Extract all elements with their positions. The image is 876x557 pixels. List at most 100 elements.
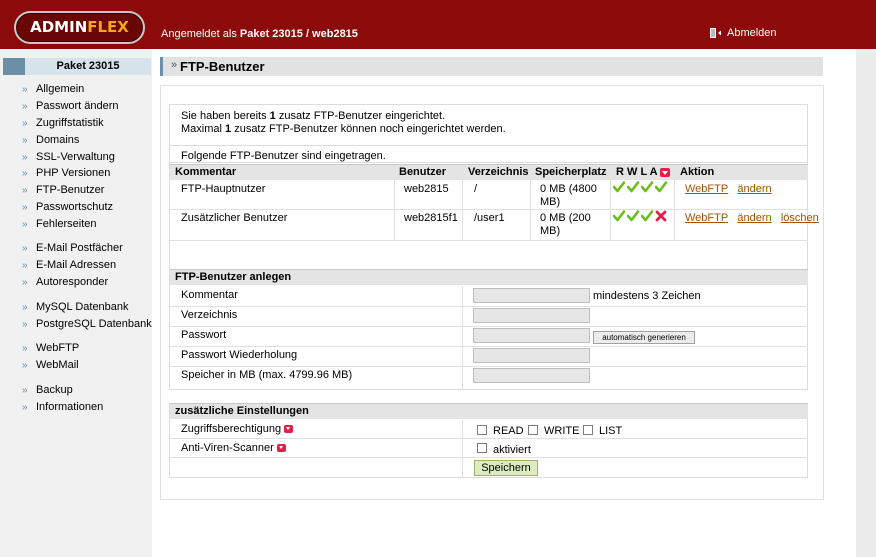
row-permissions [613, 181, 669, 193]
password-repeat-input[interactable] [473, 348, 590, 363]
list-label: LIST [599, 425, 623, 437]
info-text: Sie haben bereits [181, 110, 270, 122]
arrow-icon: » [22, 319, 28, 330]
sidebar-item-webmail[interactable]: » WebMail [22, 359, 79, 372]
sidebar-item-email-adressen[interactable]: » E-Mail Adressen [22, 259, 116, 272]
sidebar-item-php[interactable]: » PHP Versionen [22, 167, 110, 180]
sidebar-item-label: FTP-Benutzer [36, 184, 105, 196]
info-text: Maximal [181, 123, 226, 135]
read-label: READ [493, 425, 524, 437]
info-text: zusatz FTP-Benutzer eingerichtet. [275, 110, 446, 122]
edit-link[interactable]: ändern [737, 183, 771, 195]
ftp-table-header: Kommentar Benutzer Verzeichnis Speicherp… [170, 164, 808, 180]
sidebar-item-label: Domains [36, 134, 80, 146]
password-label: Passwort [181, 329, 227, 341]
arrow-icon: » [22, 260, 28, 271]
sidebar-package-title: Paket 23015 [3, 58, 151, 75]
storage-line: 0 MB (4800 [540, 183, 597, 195]
webftp-link[interactable]: WebFTP [685, 212, 728, 224]
list-checkbox[interactable] [583, 425, 593, 435]
sidebar-item-label: WebFTP [36, 342, 80, 354]
check-icon [613, 181, 625, 193]
form-divider [462, 420, 463, 478]
webftp-link[interactable]: WebFTP [685, 183, 728, 195]
write-checkbox[interactable] [528, 425, 538, 435]
check-icon [641, 181, 653, 193]
col-storage: Speicherplatz [535, 166, 607, 178]
sidebar-item-webftp[interactable]: » WebFTP [22, 342, 79, 355]
col-divider [394, 180, 395, 240]
sidebar-item-postgresql[interactable]: » PostgreSQL Datenbank [22, 318, 152, 331]
sidebar-item-passwort-aendern[interactable]: » Passwort ändern [22, 100, 119, 113]
adminflex-logo[interactable]: ADMINFLEX [14, 11, 145, 44]
col-action: Aktion [680, 166, 715, 178]
sidebar-item-informationen[interactable]: » Informationen [22, 401, 103, 414]
arrow-icon: » [22, 202, 28, 213]
list-intro: Folgende FTP-Benutzer sind eingetragen. [181, 150, 386, 162]
arrow-icon: » [22, 277, 28, 288]
access-label-text: Zugriffsberechtigung [181, 423, 282, 435]
col-divider [462, 180, 463, 240]
arrow-icon: » [22, 168, 28, 179]
sidebar-item-passwortschutz[interactable]: » Passwortschutz [22, 201, 113, 214]
page-title: FTP-Benutzer [180, 59, 265, 74]
row-directory: / [474, 183, 478, 195]
generate-password-button[interactable]: automatisch generieren [593, 331, 695, 344]
create-section-title: FTP-Benutzer anlegen [175, 271, 292, 283]
page-title-bar: » FTP-Benutzer [160, 57, 823, 76]
sidebar-item-label: SSL-Verwaltung [36, 151, 115, 163]
sidebar-item-ftp-benutzer[interactable]: » FTP-Benutzer [22, 184, 104, 197]
check-icon [655, 181, 667, 193]
logged-in-text: Angemeldet als Paket 23015 / web2815 [161, 28, 358, 40]
form-row-divider [170, 306, 808, 307]
sidebar-item-label: Backup [36, 384, 73, 396]
antivirus-option-label: aktiviert [493, 444, 531, 456]
antivirus-checkbox[interactable] [477, 443, 487, 453]
comment-label: Kommentar [181, 289, 238, 301]
col-comment: Kommentar [175, 166, 237, 178]
row-divider [170, 209, 808, 210]
help-icon[interactable] [659, 167, 670, 177]
sidebar-item-autoresponder[interactable]: » Autoresponder [22, 276, 108, 289]
sidebar-item-mysql[interactable]: » MySQL Datenbank [22, 301, 129, 314]
sidebar-item-zugriffstatistik[interactable]: » Zugriffstatistik [22, 117, 104, 130]
help-icon[interactable] [284, 425, 294, 434]
storage-line: MB) [540, 225, 561, 237]
sidebar-item-allgemein[interactable]: » Allgemein [22, 83, 84, 96]
password-repeat-label: Passwort Wiederholung [181, 349, 298, 361]
arrow-icon: » [22, 135, 28, 146]
check-icon [627, 210, 639, 222]
extra-section-title: zusätzliche Einstellungen [175, 405, 309, 417]
sidebar-item-email-postfaecher[interactable]: » E-Mail Postfächer [22, 242, 123, 255]
sidebar-item-label: Zugriffstatistik [36, 117, 104, 129]
sidebar-item-label: Fehlerseiten [36, 218, 97, 230]
directory-input[interactable] [473, 308, 590, 323]
storage-input[interactable] [473, 368, 590, 383]
sidebar-item-domains[interactable]: » Domains [22, 134, 79, 147]
col-divider [674, 180, 675, 240]
col-user: Benutzer [399, 166, 447, 178]
password-input[interactable] [473, 328, 590, 343]
logout-label: Abmelden [727, 27, 777, 39]
logged-user: Paket 23015 / web2815 [239, 28, 358, 40]
sidebar-item-backup[interactable]: » Backup [22, 384, 73, 397]
storage-line: MB) [540, 196, 561, 208]
col-divider [530, 180, 531, 240]
delete-link[interactable]: löschen [781, 212, 819, 224]
save-button[interactable]: Speichern [474, 460, 538, 476]
comment-input[interactable] [473, 288, 590, 303]
read-checkbox[interactable] [477, 425, 487, 435]
logout-link[interactable]: Abmelden [709, 27, 777, 39]
sidebar-item-ssl[interactable]: » SSL-Verwaltung [22, 151, 115, 164]
door-exit-icon [710, 28, 721, 38]
col-divider [610, 180, 611, 240]
sidebar-item-fehlerseiten[interactable]: » Fehlerseiten [22, 218, 97, 231]
cross-icon [655, 210, 667, 222]
help-icon[interactable] [276, 444, 286, 453]
form-row-divider [170, 326, 808, 327]
row-storage: 0 MB (200 MB) [540, 212, 606, 238]
right-scroll-strip [856, 49, 876, 557]
check-icon [641, 210, 653, 222]
sidebar-item-label: Informationen [36, 401, 104, 413]
edit-link[interactable]: ändern [737, 212, 771, 224]
